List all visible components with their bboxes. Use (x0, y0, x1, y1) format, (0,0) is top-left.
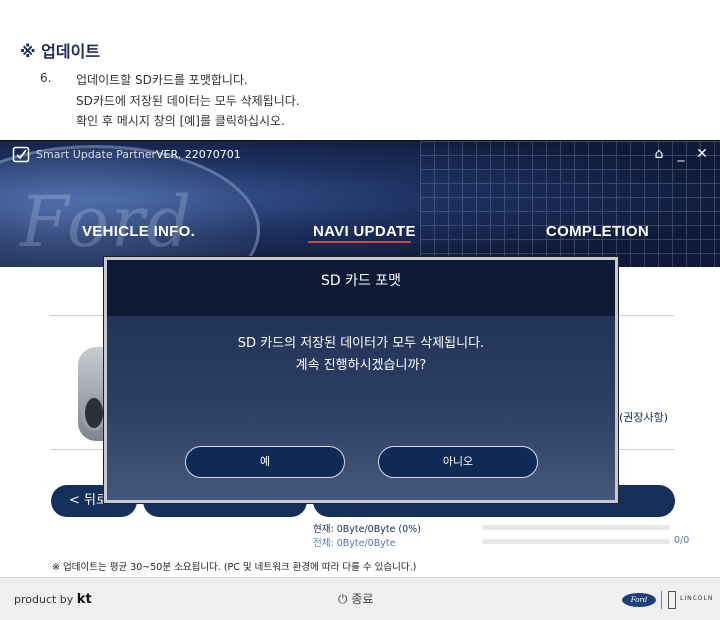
vehicle-wheel (82, 395, 106, 431)
current-progress-label: 현재: 0Byte/0Byte (0%) (313, 524, 421, 535)
current-progress-bar (482, 525, 670, 530)
total-progress-count: 0/0 (674, 535, 690, 546)
footer: product by kt ⏻ 종료 Ford LINCOLN (0, 577, 720, 620)
header-banner: Ford Smart Update Partner VER. 22070701 … (0, 141, 720, 267)
doc-title: ※ 업데이트 (20, 42, 101, 61)
total-progress-label: 전체: 0Byte/0Byte (313, 538, 396, 549)
step-completion: COMPLETION (546, 223, 649, 240)
dialog-title-bar: SD 카드 포맷 (107, 260, 615, 316)
no-button[interactable]: 아니오 (378, 446, 538, 478)
total-progress-bar (482, 539, 670, 544)
dialog-title: SD 카드 포맷 (320, 273, 402, 289)
logo-divider (661, 591, 662, 609)
exit-button[interactable]: ⏻ 종료 (338, 590, 373, 607)
step-tabs: VEHICLE INFO. NAVI UPDATE COMPLETION (0, 219, 720, 249)
ford-logo: Ford (622, 593, 656, 607)
sd-format-dialog: SD 카드 포맷 SD 카드의 저장된 데이터가 모두 삭제됩니다. 계속 진행… (104, 257, 618, 503)
yes-button[interactable]: 예 (185, 446, 345, 478)
product-by-label: product by (14, 593, 74, 606)
exit-label: 종료 (351, 592, 374, 606)
app-icon (12, 146, 30, 163)
title-bar: Smart Update Partner VER. 22070701 ⌂ _ ✕ (0, 141, 720, 169)
update-time-note: ※ 업데이트는 평균 30~50분 소요됩니다. (PC 및 네트워크 환경에 … (52, 562, 417, 573)
kt-logo: kt (76, 592, 92, 607)
minimize-button[interactable]: _ (672, 145, 690, 163)
step-number: 6. (40, 71, 52, 85)
product-by: product by kt (14, 592, 92, 607)
step-navi-update: NAVI UPDATE (313, 223, 416, 240)
app-window: Ford Smart Update Partner VER. 22070701 … (0, 140, 720, 620)
power-icon: ⏻ (338, 592, 348, 606)
close-button[interactable]: ✕ (693, 145, 711, 163)
active-step-indicator (308, 241, 411, 243)
app-name: Smart Update Partner (36, 148, 157, 161)
step-line-1: 업데이트할 SD카드를 포맷합니다. (76, 73, 248, 87)
lincoln-star-icon (668, 591, 676, 609)
step-line-3: 확인 후 메시지 창의 [예]를 클릭하십시오. (76, 114, 285, 128)
recommend-label: (권장사항) (619, 411, 669, 424)
dialog-message-line-1: SD 카드의 저장된 데이터가 모두 삭제됩니다. (237, 336, 485, 351)
app-version: VER. 22070701 (156, 148, 241, 161)
step-line-2: SD카드에 저장된 데이터는 모두 삭제됩니다. (76, 94, 300, 108)
home-icon[interactable]: ⌂ (650, 145, 668, 163)
document-header: ※ 업데이트 6. 업데이트할 SD카드를 포맷합니다. SD카드에 저장된 데… (0, 0, 720, 140)
dialog-message-line-2: 계속 진행하시겠습니까? (295, 358, 427, 373)
step-vehicle-info: VEHICLE INFO. (82, 223, 196, 240)
lincoln-logo: LINCOLN (680, 595, 714, 602)
